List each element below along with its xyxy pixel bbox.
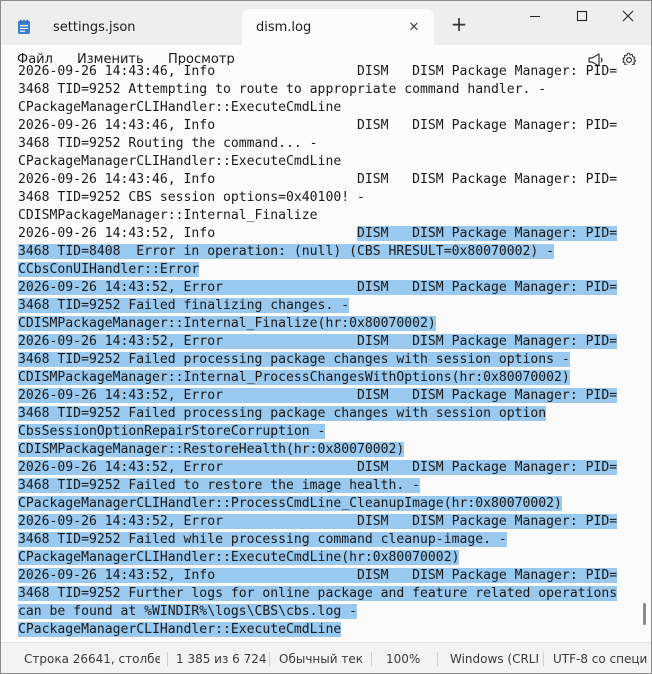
log-line-text: 2026-09-26 14:43:46, Info DISM DISM Pack…: [18, 65, 618, 79]
status-divider: [371, 652, 372, 666]
log-line: 3468 TID=9252 Attempting to route to app…: [18, 81, 638, 99]
log-line: CDISMPackageManager::RestoreHealth(hr:0x…: [18, 441, 638, 459]
log-line-selected-text: CCbsConUIHandler::Error: [18, 262, 200, 277]
log-line-text: CPackageManagerCLIHandler::ExecuteCmdLin…: [18, 154, 342, 169]
close-tab-icon[interactable]: ✕: [404, 20, 424, 35]
log-line: CPackageManagerCLIHandler::ProcessCmdLin…: [18, 495, 638, 513]
log-line-text: 2026-09-26 14:43:46, Info DISM DISM Pack…: [18, 118, 618, 133]
line-ending[interactable]: Windows (CRLF: [450, 652, 538, 666]
log-line: 2026-09-26 14:43:52, Error DISM DISM Pac…: [18, 513, 638, 531]
log-line-selected-text: 3468 TID=9252 Failed to restore the imag…: [18, 478, 421, 493]
log-line-selected-text: CPackageManagerCLIHandler::ExecuteCmdLin…: [18, 550, 460, 565]
status-bar: Строка 26641, столбец 1 1 385 из 6 724 3…: [1, 642, 651, 673]
log-line: 3468 TID=9252 Failed processing package …: [18, 405, 638, 423]
tab-label: settings.json: [53, 19, 136, 35]
log-line: 3468 TID=9252 Further logs for online pa…: [18, 585, 638, 603]
maximize-button[interactable]: [559, 5, 605, 27]
log-line-selected-text: 2026-09-26 14:43:52, Error DISM DISM Pac…: [18, 460, 618, 475]
log-line: 2026-09-26 14:43:46, Info DISM DISM Pack…: [18, 171, 638, 189]
log-line: 3468 TID=9252 Failed processing package …: [18, 351, 638, 369]
log-line-selected-text: can be found at %WINDIR%\logs\CBS\cbs.lo…: [18, 604, 357, 619]
tab-label: dism.log: [256, 19, 312, 35]
log-line: CbsSessionOptionRepairStoreCorruption -: [18, 423, 638, 441]
status-divider: [269, 652, 270, 666]
log-line: CPackageManagerCLIHandler::ExecuteCmdLin…: [18, 99, 638, 117]
log-line-selected-text: CDISMPackageManager::RestoreHealth(hr:0x…: [18, 442, 405, 457]
tab-dism-log[interactable]: dism.log ✕: [242, 9, 434, 45]
log-line-selected-text: CDISMPackageManager::Internal_Finalize(h…: [18, 316, 436, 331]
log-line: 3468 TID=9252 Failed finalizing changes.…: [18, 297, 638, 315]
log-line: CDISMPackageManager::Internal_Finalize(h…: [18, 315, 638, 333]
log-line-selected-text: 3468 TID=9252 Failed processing package …: [18, 352, 570, 367]
log-line-selected-text: 3468 TID=9252 Failed finalizing changes.…: [18, 298, 350, 313]
text-editor[interactable]: 2026-09-26 14:43:46, Info DISM DISM Pack…: [1, 65, 641, 642]
log-line-selected-text: CDISMPackageManager::Internal_ProcessCha…: [18, 370, 570, 385]
log-line-selected-text: DISM DISM Package Manager: PID=: [356, 226, 618, 241]
notepad-window: settings.json dism.log ✕ + Файл Изменить…: [0, 0, 652, 674]
log-line-selected-text: 3468 TID=9252 Failed processing package …: [18, 406, 547, 421]
log-line-selected-text: CPackageManagerCLIHandler::ExecuteCmdLin…: [18, 622, 342, 637]
log-line-selected-text: CbsSessionOptionRepairStoreCorruption -: [18, 424, 326, 439]
log-line: 2026-09-26 14:43:52, Info DISM DISM Pack…: [18, 225, 638, 243]
status-divider: [543, 652, 544, 666]
log-line-selected-text: 3468 TID=8408 Error in operation: (null)…: [18, 244, 555, 259]
log-line: CPackageManagerCLIHandler::ExecuteCmdLin…: [18, 153, 638, 171]
log-line: CDISMPackageManager::Internal_ProcessCha…: [18, 369, 638, 387]
cursor-position: Строка 26641, столбец 1: [24, 652, 160, 666]
maximize-icon: [576, 10, 588, 22]
close-icon: [622, 10, 634, 22]
log-line: 2026-09-26 14:43:46, Info DISM DISM Pack…: [18, 65, 638, 81]
log-line: 2026-09-26 14:43:46, Info DISM DISM Pack…: [18, 117, 638, 135]
log-line: can be found at %WINDIR%\logs\CBS\cbs.lo…: [18, 603, 638, 621]
log-line: 2026-09-26 14:43:52, Error DISM DISM Pac…: [18, 333, 638, 351]
log-line-selected-text: 2026-09-26 14:43:52, Error DISM DISM Pac…: [18, 334, 618, 349]
log-line: CPackageManagerCLIHandler::ExecuteCmdLin…: [18, 621, 638, 639]
text-format[interactable]: Обычный текс: [279, 652, 363, 666]
log-line-selected-text: 2026-09-26 14:43:52, Info DISM DISM Pack…: [18, 568, 618, 583]
title-bar: settings.json dism.log ✕ +: [1, 1, 651, 45]
log-line-selected-text: 2026-09-26 14:43:52, Error DISM DISM Pac…: [18, 280, 618, 295]
close-window-button[interactable]: [605, 5, 651, 27]
log-line-text: 2026-09-26 14:43:46, Info DISM DISM Pack…: [18, 172, 618, 187]
minimize-button[interactable]: [512, 5, 558, 27]
log-line-text: 3468 TID=9252 CBS session options=0x4010…: [18, 190, 365, 205]
log-line: 2026-09-26 14:43:52, Error DISM DISM Pac…: [18, 279, 638, 297]
scrollbar-thumb[interactable]: [643, 603, 646, 625]
log-line-text: 3468 TID=9252 Attempting to route to app…: [18, 82, 547, 97]
log-line-text: 3468 TID=9252 Routing the command... -: [18, 136, 318, 151]
log-line: CCbsConUIHandler::Error: [18, 261, 638, 279]
log-line: CDISMPackageManager::Internal_Finalize: [18, 207, 638, 225]
log-line-text: 2026-09-26 14:43:52, Info: [18, 226, 357, 241]
log-line-selected-text: CPackageManagerCLIHandler::ProcessCmdLin…: [18, 496, 562, 511]
log-line-text: CDISMPackageManager::Internal_Finalize: [18, 208, 318, 223]
log-line: CPackageManagerCLIHandler::ExecuteCmdLin…: [18, 549, 638, 567]
log-line: 2026-09-26 14:43:52, Info DISM DISM Pack…: [18, 567, 638, 585]
zoom-level[interactable]: 100%: [386, 652, 426, 666]
log-line: 3468 TID=9252 Routing the command... -: [18, 135, 638, 153]
notepad-icon: [17, 19, 31, 35]
log-line-selected-text: 3468 TID=9252 Failed while processing co…: [18, 532, 507, 547]
log-line-selected-text: 2026-09-26 14:43:52, Error DISM DISM Pac…: [18, 514, 618, 529]
status-divider: [167, 652, 168, 666]
log-line: 2026-09-26 14:43:52, Error DISM DISM Pac…: [18, 459, 638, 477]
log-line: 2026-09-26 14:43:52, Error DISM DISM Pac…: [18, 387, 638, 405]
encoding[interactable]: UTF-8 со специ: [553, 652, 649, 666]
status-divider: [437, 652, 438, 666]
tab-settings-json[interactable]: settings.json: [7, 9, 239, 45]
log-line-selected-text: 3468 TID=9252 Further logs for online pa…: [18, 586, 618, 601]
log-line: 3468 TID=9252 CBS session options=0x4010…: [18, 189, 638, 207]
selection-count: 1 385 из 6 724 3: [176, 652, 268, 666]
minimize-icon: [530, 16, 540, 17]
log-line-selected-text: 2026-09-26 14:43:52, Error DISM DISM Pac…: [18, 388, 618, 403]
log-line-text: CPackageManagerCLIHandler::ExecuteCmdLin…: [18, 100, 342, 115]
log-line: 3468 TID=9252 Failed to restore the imag…: [18, 477, 638, 495]
log-line: 3468 TID=8408 Error in operation: (null)…: [18, 243, 638, 261]
vertical-scrollbar[interactable]: [641, 65, 651, 642]
log-line: 3468 TID=9252 Failed while processing co…: [18, 531, 638, 549]
new-tab-button[interactable]: +: [448, 14, 470, 36]
